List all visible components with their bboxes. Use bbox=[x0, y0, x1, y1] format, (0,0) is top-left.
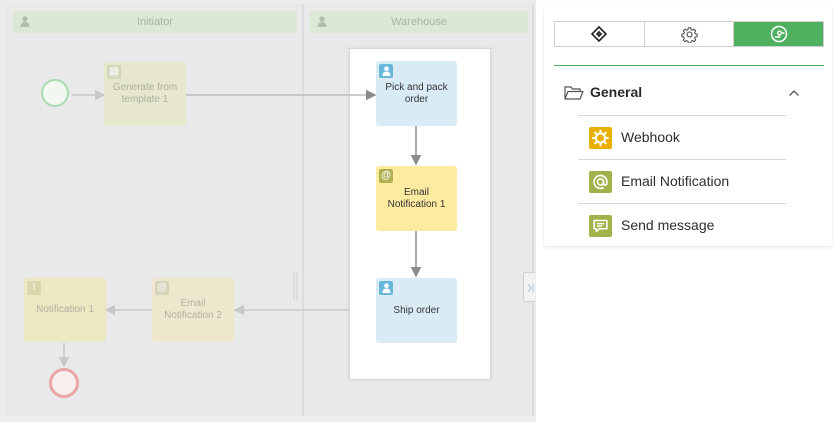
process-canvas[interactable]: Initiator Warehouse ▤ Generate from temp… bbox=[0, 0, 536, 422]
message-icon bbox=[589, 215, 612, 237]
palette-item-label: Webhook bbox=[621, 129, 680, 145]
collapse-panel-icon bbox=[527, 283, 534, 293]
task-label: Ship order bbox=[393, 304, 440, 316]
palette-item-email-notification[interactable]: Email Notification bbox=[578, 159, 786, 204]
palette-item-label: Email Notification bbox=[621, 173, 730, 189]
section-title: General bbox=[590, 84, 643, 100]
task-label: Email Notification 1 bbox=[387, 186, 446, 210]
palette-item-webhook[interactable]: Webhook bbox=[578, 115, 786, 160]
task-label: Generate from template 1 bbox=[112, 82, 178, 105]
task-pick-and-pack[interactable]: Pick and pack order bbox=[376, 61, 457, 126]
tab-settings[interactable] bbox=[645, 22, 735, 46]
document-icon: ▤ bbox=[107, 65, 121, 79]
tab-navigation[interactable] bbox=[555, 22, 645, 46]
task-email-notification-2[interactable]: @ Email Notification 2 bbox=[152, 278, 234, 342]
task-label: Email Notification 2 bbox=[164, 298, 222, 321]
panel-toggle-handle[interactable] bbox=[523, 272, 535, 302]
palette-item-send-message[interactable]: Send message bbox=[578, 203, 786, 248]
task-label: Notification 1 bbox=[36, 304, 94, 315]
user-task-icon bbox=[379, 64, 393, 78]
at-sign-icon bbox=[589, 171, 612, 193]
process-icon bbox=[770, 25, 787, 43]
task-generate-from-template[interactable]: ▤ Generate from template 1 bbox=[104, 62, 186, 126]
task-ship-order[interactable]: Ship order bbox=[376, 278, 457, 343]
start-event[interactable] bbox=[41, 79, 69, 107]
diamond-move-icon bbox=[591, 26, 608, 42]
task-notification-1[interactable]: ! Notification 1 bbox=[24, 278, 106, 342]
element-palette-panel: General Webhook Email Notification Send … bbox=[544, 6, 832, 246]
tabs-divider bbox=[554, 65, 824, 66]
at-sign-icon: @ bbox=[155, 281, 169, 295]
folder-open-icon bbox=[564, 86, 584, 100]
section-general-header[interactable]: General bbox=[562, 82, 812, 104]
webhook-icon bbox=[589, 127, 612, 149]
end-event[interactable] bbox=[49, 368, 79, 398]
tab-elements[interactable] bbox=[734, 22, 824, 46]
gear-icon bbox=[680, 26, 698, 43]
palette-item-label: Send message bbox=[621, 217, 715, 233]
chevron-up-icon[interactable] bbox=[788, 89, 800, 97]
panel-tabs bbox=[554, 21, 824, 47]
at-sign-icon: @ bbox=[379, 169, 393, 183]
task-email-notification-1[interactable]: @ Email Notification 1 bbox=[376, 166, 457, 231]
alert-icon: ! bbox=[27, 281, 41, 295]
task-label: Pick and pack order bbox=[385, 81, 448, 105]
user-task-icon bbox=[379, 281, 393, 295]
